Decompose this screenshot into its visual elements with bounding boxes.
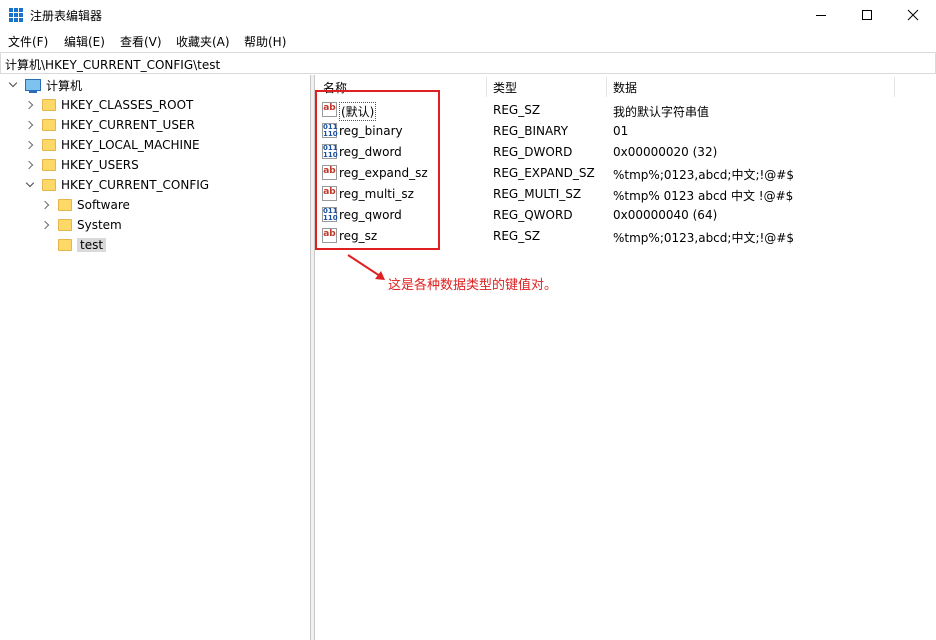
tree-item-hkey-users[interactable]: HKEY_USERS [24,155,139,175]
key-tree-pane[interactable]: 计算机 HKEY_CLASSES_ROOT HKEY_CURRENT_USER … [0,75,311,640]
registry-editor-icon [9,8,23,22]
minimize-icon [816,14,826,16]
tree-item-hkey-classes-root[interactable]: HKEY_CLASSES_ROOT [24,95,194,115]
tree-label: Software [77,198,130,212]
window-title: 注册表编辑器 [30,9,103,23]
title-bar: 注册表编辑器 [0,0,936,30]
tree-label: HKEY_USERS [61,158,139,172]
folder-icon [58,239,72,251]
menu-view[interactable]: 查看(V) [120,33,162,50]
menu-bar: 文件(F) 编辑(E) 查看(V) 收藏夹(A) 帮助(H) [0,30,936,51]
minimize-button[interactable] [798,0,844,30]
menu-favorites[interactable]: 收藏夹(A) [176,33,230,50]
value-data: 0x00000040 (64) [613,208,718,222]
menu-file[interactable]: 文件(F) [8,33,48,50]
value-data: %tmp%;0123,abcd;中文;!@#$ [613,168,794,182]
collapse-icon[interactable] [8,78,18,89]
value-data: 01 [613,124,629,138]
expand-icon[interactable] [40,220,50,230]
value-type: REG_QWORD [493,208,573,222]
value-type: REG_MULTI_SZ [493,187,582,201]
expand-icon[interactable] [40,200,50,210]
tree-label: test [77,238,107,252]
tree-item-computer[interactable]: 计算机 [8,75,83,95]
value-type: REG_SZ [493,103,541,117]
folder-icon [42,159,56,171]
menu-edit[interactable]: 编辑(E) [64,33,105,50]
computer-icon [25,79,41,93]
tree-item-hkey-current-config[interactable]: HKEY_CURRENT_CONFIG [25,175,210,195]
address-path: 计算机\HKEY_CURRENT_CONFIG\test [5,58,221,72]
folder-icon [58,219,72,231]
tree-label: HKEY_LOCAL_MACHINE [61,138,200,152]
value-type: REG_SZ [493,229,541,243]
tree-label: 计算机 [46,78,83,93]
expand-icon[interactable] [24,100,34,110]
value-type: REG_DWORD [493,145,573,159]
collapse-icon[interactable] [25,178,35,189]
tree-item-hkey-local-machine[interactable]: HKEY_LOCAL_MACHINE [24,135,200,155]
tree-item-system[interactable]: System [40,215,122,235]
close-icon [907,9,919,21]
folder-icon [58,199,72,211]
expand-icon[interactable] [24,120,34,130]
tree-label: System [77,218,122,232]
value-data: %tmp%;0123,abcd;中文;!@#$ [613,231,794,245]
tree-label: HKEY_CURRENT_CONFIG [61,178,210,192]
folder-icon [42,139,56,151]
tree-label: HKEY_CURRENT_USER [61,118,195,132]
tree-label: HKEY_CLASSES_ROOT [61,98,194,112]
folder-icon [42,119,56,131]
tree-item-test[interactable]: test [42,235,107,255]
column-header-type[interactable]: 类型 [486,75,606,99]
tree-item-hkey-current-user[interactable]: HKEY_CURRENT_USER [24,115,195,135]
expand-icon[interactable] [24,160,34,170]
expand-icon[interactable] [24,140,34,150]
column-header-data[interactable]: 数据 [606,75,894,99]
tree-item-software[interactable]: Software [40,195,130,215]
folder-icon [42,99,56,111]
maximize-button[interactable] [844,0,890,30]
menu-help[interactable]: 帮助(H) [244,33,286,50]
value-data: 0x00000020 (32) [613,145,718,159]
close-button[interactable] [890,0,936,30]
value-type: REG_BINARY [493,124,569,138]
address-bar[interactable]: 计算机\HKEY_CURRENT_CONFIG\test [0,52,936,74]
value-data: %tmp% 0123 abcd 中文 !@#$ [613,189,794,203]
maximize-icon [862,10,872,20]
value-type: REG_EXPAND_SZ [493,166,595,180]
value-data: 我的默认字符串值 [613,105,710,119]
folder-icon [42,179,56,191]
annotation-highlight-box [315,90,440,250]
annotation-text: 这是各种数据类型的键值对。 [388,278,558,293]
